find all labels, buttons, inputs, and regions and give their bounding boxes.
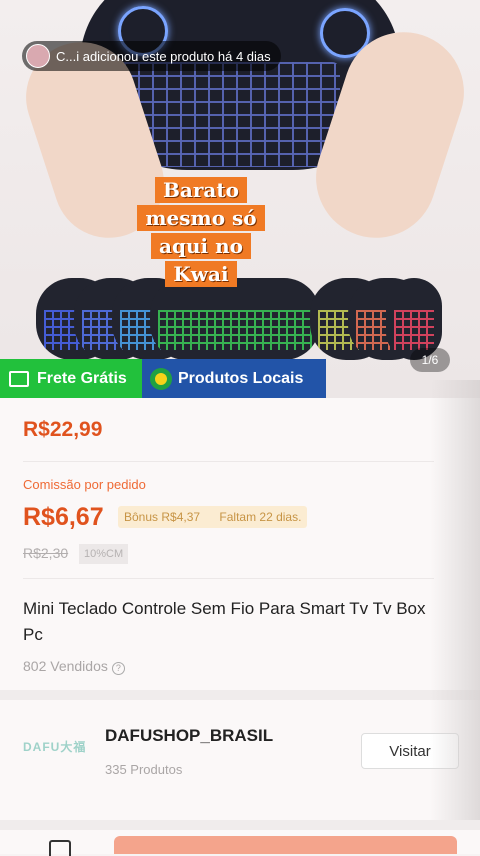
product-image-carousel[interactable]: Barato mesmo só aqui no Kwai C...i adici… <box>0 0 480 398</box>
old-commission: R$2,30 <box>23 545 69 561</box>
truck-icon <box>9 370 29 387</box>
commission-label: Comissão por pedido <box>23 477 146 492</box>
image-counter: 1/6 <box>410 348 450 372</box>
added-notification: C...i adicionou este produto há 4 dias <box>22 41 281 71</box>
sold-count: 802 Vendidos? <box>23 658 125 675</box>
shop-product-count: 335 Produtos <box>105 762 183 777</box>
free-shipping-label: Frete Grátis <box>37 369 127 387</box>
commission-value: R$6,67 <box>23 503 104 531</box>
promo-line-4: Kwai <box>165 261 237 287</box>
bonus-badge: Bônus R$4,37 Faltam 22 dias. <box>118 506 308 528</box>
promo-line-3: aqui no <box>151 233 251 259</box>
brazil-flag-icon <box>150 367 172 390</box>
buy-button[interactable] <box>114 836 457 854</box>
product-badges: Frete Grátis Produtos Locais <box>0 359 326 398</box>
blurred-overlay <box>430 380 480 820</box>
divider <box>23 578 434 579</box>
promo-line-1: Barato <box>155 177 247 203</box>
local-products-badge: Produtos Locais <box>142 359 326 398</box>
section-separator <box>0 820 480 830</box>
product-title: Mini Teclado Controle Sem Fio Para Smart… <box>23 599 426 644</box>
help-icon[interactable]: ? <box>111 662 125 675</box>
shop-name[interactable]: DAFUSHOP_BRASIL <box>105 726 273 746</box>
sold-count-text: 802 Vendidos <box>23 658 108 674</box>
section-separator <box>0 690 480 700</box>
free-shipping-badge: Frete Grátis <box>0 359 142 398</box>
promo-sticker: Barato mesmo só aqui no Kwai <box>120 176 282 288</box>
bonus-time-left: Faltam 22 dias. <box>219 510 302 524</box>
divider <box>23 461 434 462</box>
keyboard-variant-green <box>150 278 320 360</box>
bonus-amount: Bônus R$4,37 <box>124 510 201 524</box>
local-products-label: Produtos Locais <box>178 369 304 387</box>
shop-logo: DAFU大福 <box>23 740 87 754</box>
promo-line-2: mesmo só <box>137 205 265 231</box>
product-price: R$22,99 <box>23 418 103 441</box>
avatar <box>26 44 50 68</box>
notification-text: C...i adicionou este produto há 4 dias <box>56 48 271 64</box>
commission-percent-badge: 10%CM <box>79 544 129 564</box>
